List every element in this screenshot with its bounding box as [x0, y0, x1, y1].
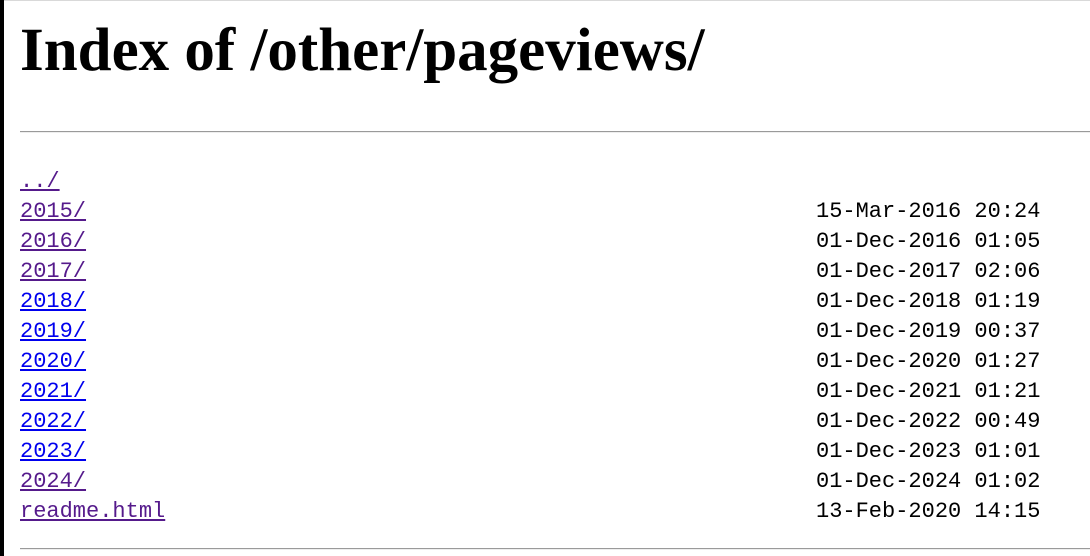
modified-date: 01-Dec-2019 00:37	[816, 319, 1041, 344]
window-top-edge	[0, 0, 1090, 1]
parent-directory-row: ../	[20, 167, 1090, 197]
listing-row: 2023/ 01-Dec-2023 01:01	[20, 437, 1090, 467]
parent-directory-link[interactable]: ../	[20, 167, 60, 197]
modified-date: 01-Dec-2022 00:49	[816, 409, 1041, 434]
bottom-divider	[20, 548, 1090, 550]
modified-date: 01-Dec-2021 01:21	[816, 379, 1041, 404]
directory-link-2017[interactable]: 2017/	[20, 257, 86, 287]
listing-row: 2016/ 01-Dec-2016 01:05	[20, 227, 1090, 257]
modified-date: 01-Dec-2024 01:02	[816, 469, 1041, 494]
directory-link-2015[interactable]: 2015/	[20, 197, 86, 227]
listing-row: readme.html 13-Feb-2020 14:15	[20, 497, 1090, 527]
file-listing: ../ 2015/ 15-Mar-2016 20:24 2016/ 01-Dec…	[20, 167, 1090, 527]
directory-link-2023[interactable]: 2023/	[20, 437, 86, 467]
directory-link-2016[interactable]: 2016/	[20, 227, 86, 257]
modified-date: 13-Feb-2020 14:15	[816, 499, 1041, 524]
listing-row: 2024/ 01-Dec-2024 01:02	[20, 467, 1090, 497]
listing-row: 2017/ 01-Dec-2017 02:06	[20, 257, 1090, 287]
file-link-readme[interactable]: readme.html	[20, 497, 165, 527]
directory-link-2020[interactable]: 2020/	[20, 347, 86, 377]
modified-date: 15-Mar-2016 20:24	[816, 199, 1041, 224]
directory-link-2022[interactable]: 2022/	[20, 407, 86, 437]
listing-row: 2022/ 01-Dec-2022 00:49	[20, 407, 1090, 437]
listing-row: 2020/ 01-Dec-2020 01:27	[20, 347, 1090, 377]
modified-date: 01-Dec-2016 01:05	[816, 229, 1041, 254]
modified-date: 01-Dec-2017 02:06	[816, 259, 1041, 284]
listing-row: 2015/ 15-Mar-2016 20:24	[20, 197, 1090, 227]
top-divider	[20, 131, 1090, 133]
directory-link-2018[interactable]: 2018/	[20, 287, 86, 317]
modified-date: 01-Dec-2023 01:01	[816, 439, 1041, 464]
modified-date: 01-Dec-2020 01:27	[816, 349, 1041, 374]
page-frame: Index of /other/pageviews/ ../ 2015/ 15-…	[0, 0, 1090, 556]
listing-row: 2018/ 01-Dec-2018 01:19	[20, 287, 1090, 317]
directory-link-2024[interactable]: 2024/	[20, 467, 86, 497]
directory-link-2021[interactable]: 2021/	[20, 377, 86, 407]
modified-date: 01-Dec-2018 01:19	[816, 289, 1041, 314]
window-left-edge	[0, 0, 4, 556]
listing-row: 2019/ 01-Dec-2019 00:37	[20, 317, 1090, 347]
directory-link-2019[interactable]: 2019/	[20, 317, 86, 347]
listing-row: 2021/ 01-Dec-2021 01:21	[20, 377, 1090, 407]
page-title: Index of /other/pageviews/	[20, 17, 705, 84]
